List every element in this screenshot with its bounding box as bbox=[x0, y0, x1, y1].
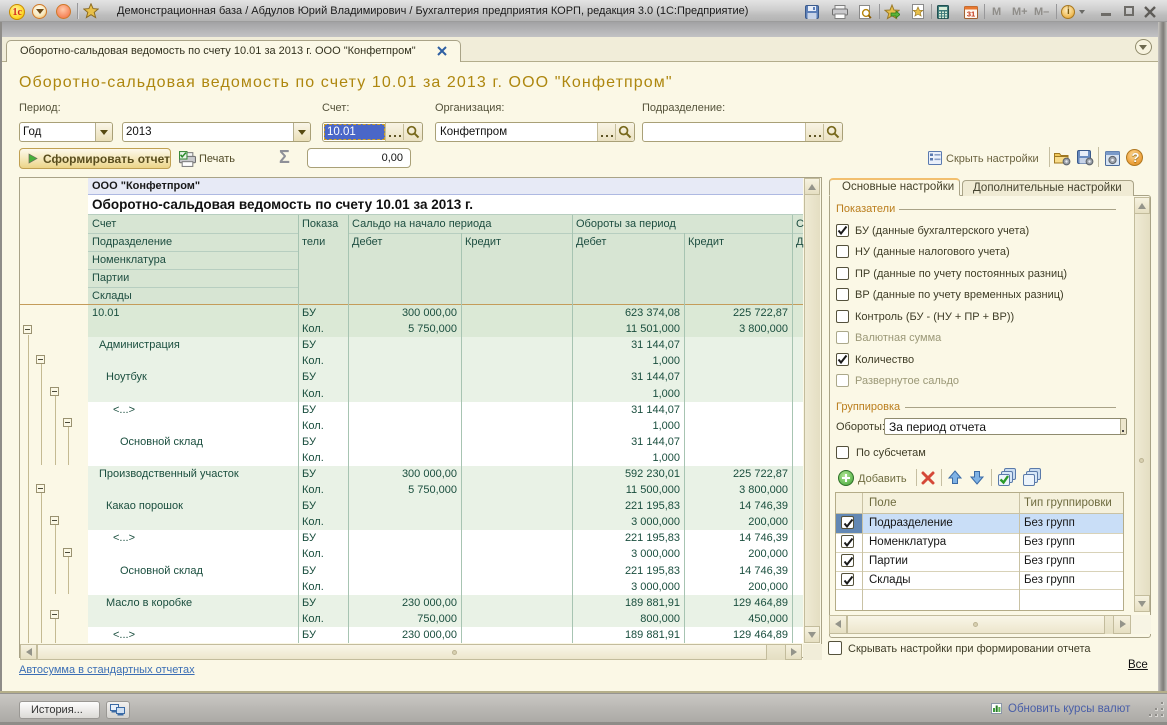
svg-text:31: 31 bbox=[967, 10, 975, 19]
